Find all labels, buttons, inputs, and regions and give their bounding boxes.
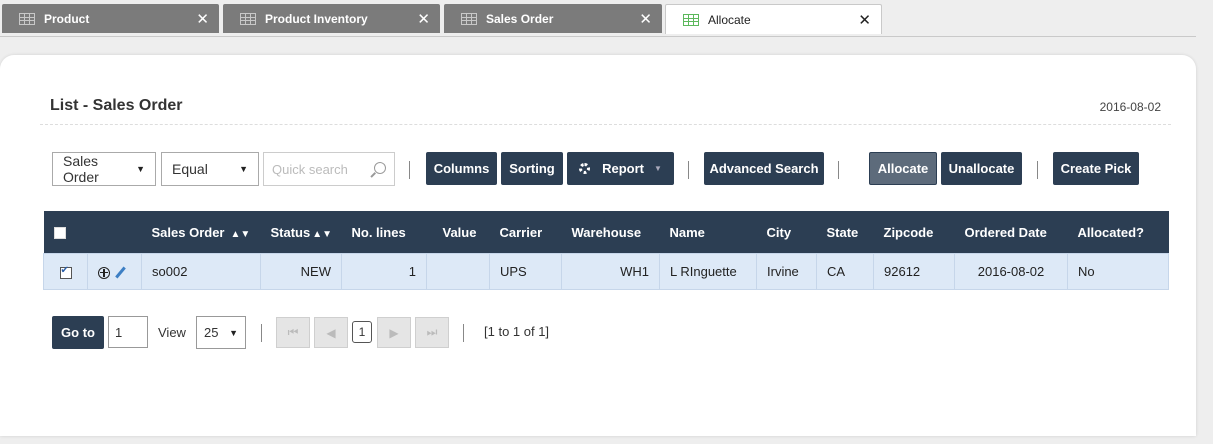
page-size-select[interactable]: 25 ▼ (196, 316, 246, 349)
grid-icon (461, 12, 477, 25)
tab-label: Allocate (708, 12, 751, 27)
close-icon[interactable]: ✕ (196, 10, 209, 28)
pencil-icon[interactable] (115, 266, 126, 279)
row-select-cell (43, 253, 88, 290)
search-icon[interactable] (374, 162, 386, 174)
view-label: View (158, 325, 186, 340)
go-to-button[interactable]: Go to (52, 316, 104, 349)
content-panel: List - Sales Order 2016-08-02 Sales Orde… (0, 55, 1196, 436)
current-page[interactable]: 1 (352, 321, 372, 343)
column-header-label: Sales Order (151, 224, 225, 240)
column-header-allocated: Allocated? (1067, 211, 1169, 254)
unallocate-button[interactable]: Unallocate (941, 152, 1022, 185)
cell-allocated: No (1067, 253, 1169, 290)
cell-ordered-date: 2016-08-02 (954, 253, 1068, 290)
column-header-ordered-date: Ordered Date (954, 211, 1068, 254)
page-title: List - Sales Order (50, 97, 183, 114)
cell-zipcode: 92612 (873, 253, 955, 290)
page-range-text: [1 to 1 of 1] (484, 324, 550, 339)
quick-search (263, 152, 395, 186)
column-header-no-lines: No. lines (341, 211, 427, 254)
tab-product[interactable]: Product ✕ (2, 4, 219, 33)
next-page-button[interactable]: ▶ (377, 317, 411, 348)
column-header-state: State (816, 211, 874, 254)
current-date: 2016-08-02 (1099, 100, 1161, 114)
table-row[interactable]: so002 NEW 1 UPS WH1 L RInguette Irvine C… (43, 253, 1169, 290)
tab-product-inventory[interactable]: Product Inventory ✕ (223, 4, 440, 33)
close-icon[interactable]: ✕ (417, 10, 430, 28)
grid-icon (683, 13, 699, 26)
cell-name: L RInguette (659, 253, 757, 290)
gear-icon (579, 163, 591, 174)
column-header-value: Value (426, 211, 490, 254)
sorting-button[interactable]: Sorting (501, 152, 563, 185)
tab-allocate[interactable]: Allocate ✕ (665, 4, 882, 34)
first-page-button[interactable]: ⏮ (276, 317, 310, 348)
cell-carrier: UPS (489, 253, 562, 290)
quick-search-input[interactable] (270, 160, 374, 178)
report-button[interactable]: Report ▼ (567, 152, 674, 185)
cell-warehouse: WH1 (561, 253, 660, 290)
sort-icon[interactable]: ▲▼ (231, 229, 251, 240)
separator (1037, 161, 1038, 179)
column-header-actions (87, 211, 142, 254)
caret-down-icon: ▼ (136, 164, 145, 174)
caret-down-icon: ▼ (229, 327, 238, 338)
column-header-warehouse: Warehouse (561, 211, 660, 254)
advanced-search-button[interactable]: Advanced Search (704, 152, 824, 185)
expand-icon[interactable] (98, 266, 110, 279)
cell-status: NEW (260, 253, 342, 290)
column-header-city: City (756, 211, 817, 254)
column-header-status[interactable]: Status ▲▼ (260, 211, 342, 254)
columns-button[interactable]: Columns (426, 152, 497, 185)
cell-sales-order: so002 (141, 253, 261, 290)
tab-sales-order[interactable]: Sales Order ✕ (444, 4, 662, 33)
create-pick-button[interactable]: Create Pick (1053, 152, 1139, 185)
column-header-sales-order[interactable]: Sales Order ▲▼ (141, 211, 261, 254)
separator (463, 324, 464, 342)
separator (688, 161, 689, 179)
page-number-input[interactable]: 1 (108, 316, 148, 348)
operator-value: Equal (172, 161, 208, 177)
allocate-button[interactable]: Allocate (869, 152, 937, 185)
cell-value (426, 253, 490, 290)
grid-icon (19, 12, 35, 25)
last-page-button[interactable]: ⏭ (415, 317, 449, 348)
tab-label: Product Inventory (265, 11, 368, 26)
select-all-cell (43, 211, 88, 254)
separator (838, 161, 839, 179)
divider (40, 124, 1171, 125)
tab-bar: Product ✕ Product Inventory ✕ Sales Orde… (0, 0, 1196, 37)
column-header-name: Name (659, 211, 757, 254)
search-field-select[interactable]: Sales Order ▼ (52, 152, 156, 186)
close-icon[interactable]: ✕ (858, 11, 871, 29)
caret-down-icon: ▼ (653, 164, 662, 173)
cell-city: Irvine (756, 253, 817, 290)
page-size-value: 25 (204, 325, 219, 340)
column-header-label: Status (270, 224, 311, 240)
column-header-zipcode: Zipcode (873, 211, 955, 254)
tab-label: Product (44, 11, 90, 26)
cell-no-lines: 1 (341, 253, 427, 290)
table-header-row: Sales Order ▲▼ Status ▲▼ No. lines Value C… (43, 211, 1169, 254)
tab-label: Sales Order (486, 11, 554, 26)
separator (261, 324, 262, 342)
sales-order-table: Sales Order ▲▼ Status ▲▼ No. lines Value C… (43, 211, 1169, 290)
row-actions-cell (87, 253, 142, 290)
operator-select[interactable]: Equal ▼ (161, 152, 259, 186)
caret-down-icon: ▼ (239, 164, 248, 174)
search-field-value: Sales Order (63, 153, 99, 185)
row-checkbox[interactable] (59, 265, 72, 279)
grid-icon (240, 12, 256, 25)
sort-icon[interactable]: ▲▼ (312, 229, 332, 240)
cell-state: CA (816, 253, 874, 290)
column-header-carrier: Carrier (489, 211, 562, 254)
select-all-checkbox[interactable] (53, 227, 66, 240)
separator (409, 161, 410, 179)
report-label: Report (602, 161, 644, 176)
prev-page-button[interactable]: ◀ (314, 317, 348, 348)
close-icon[interactable]: ✕ (639, 10, 652, 28)
